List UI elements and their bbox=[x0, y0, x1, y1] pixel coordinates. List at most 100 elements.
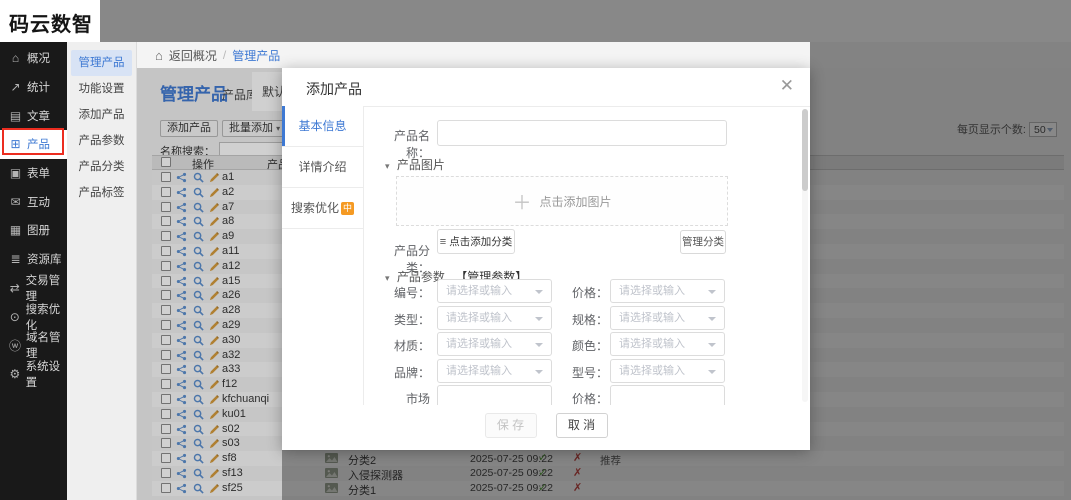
edit-icon[interactable] bbox=[209, 438, 220, 449]
manage-category-button[interactable]: 管理分类 bbox=[680, 230, 726, 254]
add-category-button[interactable]: ≡ 点击添加分类 bbox=[437, 229, 515, 254]
param-select-left-2[interactable]: 请选择或输入 bbox=[437, 306, 552, 330]
row-checkbox[interactable] bbox=[161, 305, 171, 315]
row-checkbox[interactable] bbox=[161, 394, 171, 404]
sidebar-item-4[interactable]: ⊞产品 bbox=[0, 130, 67, 159]
sidebar-item-7[interactable]: ▦图册 bbox=[0, 216, 67, 245]
share-icon[interactable] bbox=[176, 305, 187, 316]
share-icon[interactable] bbox=[176, 335, 187, 346]
image-section-header[interactable]: ▾ 产品图片 bbox=[385, 156, 445, 173]
edit-icon[interactable] bbox=[209, 409, 220, 420]
share-icon[interactable] bbox=[176, 172, 187, 183]
row-checkbox[interactable] bbox=[161, 320, 171, 330]
sidebar-item-9[interactable]: ⇄交易管理 bbox=[0, 274, 67, 303]
visible-check-icon[interactable]: ✓ bbox=[538, 451, 547, 464]
subnav-item-6[interactable]: 产品标签 bbox=[71, 180, 132, 206]
share-icon[interactable] bbox=[176, 453, 187, 464]
search-icon[interactable] bbox=[193, 453, 204, 464]
search-icon[interactable] bbox=[193, 364, 204, 375]
search-icon[interactable] bbox=[193, 438, 204, 449]
save-button[interactable]: 保 存 bbox=[485, 413, 537, 438]
modal-tab-2[interactable]: 详情介绍 bbox=[282, 147, 363, 188]
edit-icon[interactable] bbox=[209, 261, 220, 272]
sidebar-item-5[interactable]: ▣表单 bbox=[0, 159, 67, 188]
row-checkbox[interactable] bbox=[161, 453, 171, 463]
search-icon[interactable] bbox=[193, 350, 204, 361]
edit-icon[interactable] bbox=[209, 394, 220, 405]
share-icon[interactable] bbox=[176, 202, 187, 213]
row-checkbox[interactable] bbox=[161, 246, 171, 256]
search-icon[interactable] bbox=[193, 172, 204, 183]
share-icon[interactable] bbox=[176, 409, 187, 420]
search-icon[interactable] bbox=[193, 468, 204, 479]
edit-icon[interactable] bbox=[209, 290, 220, 301]
select-all-checkbox[interactable] bbox=[161, 157, 171, 167]
image-upload-dropzone[interactable]: ＋ 点击添加图片 bbox=[396, 176, 728, 226]
modal-tab-1[interactable]: 基本信息 bbox=[282, 106, 363, 147]
edit-icon[interactable] bbox=[209, 216, 220, 227]
sidebar-item-6[interactable]: ✉互动 bbox=[0, 187, 67, 216]
edit-icon[interactable] bbox=[209, 364, 220, 375]
sidebar-item-11[interactable]: ⓦ域名管理 bbox=[0, 331, 67, 360]
row-checkbox[interactable] bbox=[161, 231, 171, 241]
edit-icon[interactable] bbox=[209, 335, 220, 346]
subnav-item-3[interactable]: 添加产品 bbox=[71, 102, 132, 128]
param-select-right-4[interactable]: 请选择或输入 bbox=[610, 359, 725, 383]
search-icon[interactable] bbox=[193, 231, 204, 242]
edit-icon[interactable] bbox=[209, 320, 220, 331]
search-icon[interactable] bbox=[193, 320, 204, 331]
row-checkbox[interactable] bbox=[161, 202, 171, 212]
share-icon[interactable] bbox=[176, 364, 187, 375]
share-icon[interactable] bbox=[176, 246, 187, 257]
edit-icon[interactable] bbox=[209, 172, 220, 183]
search-icon[interactable] bbox=[193, 290, 204, 301]
share-icon[interactable] bbox=[176, 216, 187, 227]
edit-icon[interactable] bbox=[209, 231, 220, 242]
param-select-left-4[interactable]: 请选择或输入 bbox=[437, 359, 552, 383]
search-icon[interactable] bbox=[193, 424, 204, 435]
recommend-cross-icon[interactable]: ✗ bbox=[573, 466, 582, 479]
product-name-input[interactable] bbox=[437, 120, 727, 146]
share-icon[interactable] bbox=[176, 231, 187, 242]
subnav-item-2[interactable]: 功能设置 bbox=[71, 76, 132, 102]
row-checkbox[interactable] bbox=[161, 364, 171, 374]
sidebar-item-3[interactable]: ▤文章 bbox=[0, 101, 67, 130]
row-checkbox[interactable] bbox=[161, 290, 171, 300]
row-checkbox[interactable] bbox=[161, 172, 171, 182]
row-checkbox[interactable] bbox=[161, 483, 171, 493]
share-icon[interactable] bbox=[176, 438, 187, 449]
row-checkbox[interactable] bbox=[161, 335, 171, 345]
row-checkbox[interactable] bbox=[161, 409, 171, 419]
add-product-button[interactable]: 添加产品 bbox=[160, 120, 218, 137]
edit-icon[interactable] bbox=[209, 424, 220, 435]
share-icon[interactable] bbox=[176, 424, 187, 435]
search-icon[interactable] bbox=[193, 261, 204, 272]
row-checkbox[interactable] bbox=[161, 216, 171, 226]
close-icon[interactable]: ✕ bbox=[780, 77, 794, 94]
modal-scrollbar[interactable] bbox=[802, 109, 808, 402]
row-checkbox[interactable] bbox=[161, 261, 171, 271]
sidebar-item-1[interactable]: ⌂概况 bbox=[0, 44, 67, 73]
edit-icon[interactable] bbox=[209, 187, 220, 198]
edit-icon[interactable] bbox=[209, 246, 220, 257]
search-icon[interactable] bbox=[193, 305, 204, 316]
param-select-right-1[interactable]: 请选择或输入 bbox=[610, 279, 725, 303]
share-icon[interactable] bbox=[176, 350, 187, 361]
edit-icon[interactable] bbox=[209, 202, 220, 213]
sidebar-item-8[interactable]: ≣资源库 bbox=[0, 245, 67, 274]
search-icon[interactable] bbox=[193, 335, 204, 346]
search-icon[interactable] bbox=[193, 379, 204, 390]
cancel-button[interactable]: 取 消 bbox=[556, 413, 608, 438]
edit-icon[interactable] bbox=[209, 350, 220, 361]
row-checkbox[interactable] bbox=[161, 350, 171, 360]
recommend-cross-icon[interactable]: ✗ bbox=[573, 451, 582, 464]
search-icon[interactable] bbox=[193, 246, 204, 257]
row-checkbox[interactable] bbox=[161, 187, 171, 197]
breadcrumb-home-link[interactable]: 返回概况 bbox=[169, 47, 217, 64]
recommend-cross-icon[interactable]: ✗ bbox=[573, 481, 582, 494]
scrollbar-thumb[interactable] bbox=[802, 109, 808, 191]
share-icon[interactable] bbox=[176, 290, 187, 301]
subnav-item-1[interactable]: 管理产品 bbox=[71, 50, 132, 76]
batch-add-button[interactable]: 批量添加 ▾ bbox=[222, 120, 287, 137]
share-icon[interactable] bbox=[176, 276, 187, 287]
